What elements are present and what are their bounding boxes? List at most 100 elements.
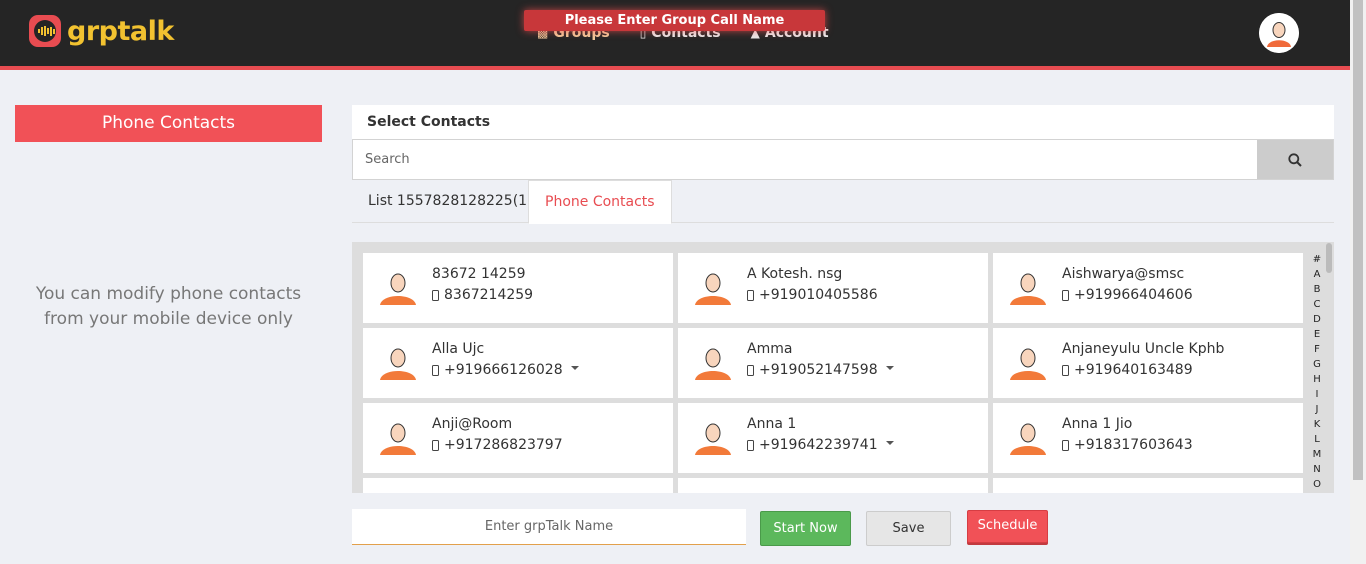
contact-phone: +917286823797 bbox=[432, 437, 563, 453]
contact-phone-number: +919966404606 bbox=[1074, 287, 1193, 303]
contact-phone: +919052147598 bbox=[747, 362, 894, 378]
contact-avatar-icon bbox=[1009, 271, 1047, 305]
user-avatar[interactable] bbox=[1259, 13, 1299, 53]
contact-name: Amma bbox=[747, 341, 793, 357]
alphabet-letter[interactable]: M bbox=[1313, 447, 1322, 462]
page-scrollbar[interactable] bbox=[1350, 0, 1366, 564]
tab-list[interactable]: List 1557828128225(1) bbox=[368, 180, 533, 223]
alphabet-letter[interactable]: H bbox=[1313, 372, 1321, 387]
alphabet-letter[interactable]: D bbox=[1313, 312, 1321, 327]
contact-avatar-icon bbox=[379, 421, 417, 455]
contacts-grid: 83672 14259 8367214259 A Kotesh. nsg +91901… bbox=[352, 242, 1334, 493]
search-input[interactable] bbox=[353, 140, 1253, 179]
mobile-icon bbox=[747, 439, 754, 451]
contact-card[interactable]: Amma +919052147598 bbox=[678, 328, 988, 398]
tab-phone-contacts[interactable]: Phone Contacts bbox=[528, 180, 672, 224]
contact-name: Anji@Room bbox=[432, 416, 513, 432]
contact-avatar-icon bbox=[379, 346, 417, 380]
grptalk-name-input[interactable] bbox=[352, 509, 746, 545]
search-bar bbox=[352, 139, 1334, 180]
contact-card[interactable]: 83672 14259 8367214259 bbox=[363, 253, 673, 323]
contact-card[interactable]: Anna 1 Jio +918317603643 bbox=[993, 403, 1303, 473]
error-toast: Please Enter Group Call Name bbox=[524, 10, 825, 31]
contact-phone-number: +919010405586 bbox=[759, 287, 878, 303]
contact-name: Alla Ujc bbox=[432, 341, 485, 357]
mobile-icon bbox=[747, 364, 754, 376]
contact-phone: +919666126028 bbox=[432, 362, 579, 378]
left-panel-title: Phone Contacts bbox=[15, 105, 322, 142]
contact-tabs: List 1557828128225(1) Phone Contacts bbox=[352, 180, 1334, 224]
contact-avatar-icon bbox=[1009, 421, 1047, 455]
alphabet-letter[interactable]: # bbox=[1313, 252, 1321, 267]
contact-phone-number: 8367214259 bbox=[444, 287, 534, 303]
contact-avatar-icon bbox=[379, 271, 417, 305]
mobile-icon bbox=[432, 364, 439, 376]
contact-phone: 8367214259 bbox=[432, 287, 533, 303]
mobile-icon bbox=[1062, 289, 1069, 301]
contact-phone-number: +919666126028 bbox=[444, 362, 563, 378]
search-icon bbox=[1288, 152, 1302, 167]
contact-card[interactable]: Anjaneyulu Uncle Kphb +919640163489 bbox=[993, 328, 1303, 398]
contact-phone-number: +917286823797 bbox=[444, 437, 563, 453]
alphabet-letter[interactable]: A bbox=[1314, 267, 1321, 282]
contact-card[interactable]: Aishwarya@smsc +919966404606 bbox=[993, 253, 1303, 323]
app-logo[interactable]: grptalk bbox=[29, 15, 174, 47]
contact-card-partial[interactable] bbox=[363, 478, 673, 493]
contact-phone: +918317603643 bbox=[1062, 437, 1193, 453]
alphabet-letter[interactable]: B bbox=[1314, 282, 1321, 297]
contacts-scrollbar[interactable] bbox=[1325, 242, 1334, 493]
phone-dropdown-icon[interactable] bbox=[885, 441, 894, 445]
contact-card[interactable]: Alla Ujc +919666126028 bbox=[363, 328, 673, 398]
contact-phone-number: +918317603643 bbox=[1074, 437, 1193, 453]
contact-card[interactable]: Anna 1 +919642239741 bbox=[678, 403, 988, 473]
contact-avatar-icon bbox=[1009, 346, 1047, 380]
search-button[interactable] bbox=[1257, 140, 1333, 179]
alphabet-letter[interactable]: G bbox=[1313, 357, 1321, 372]
alphabet-letter[interactable]: C bbox=[1314, 297, 1321, 312]
contact-phone-number: +919052147598 bbox=[759, 362, 878, 378]
alphabet-index: # A B C D E F G H I J K L M N O bbox=[1309, 252, 1325, 492]
mobile-icon bbox=[432, 439, 439, 451]
contact-avatar-icon bbox=[694, 271, 732, 305]
alphabet-letter[interactable]: N bbox=[1313, 462, 1320, 477]
contact-name: Anjaneyulu Uncle Kphb bbox=[1062, 341, 1225, 357]
alphabet-letter[interactable]: K bbox=[1314, 417, 1321, 432]
user-avatar-icon bbox=[1259, 13, 1299, 53]
contact-card[interactable]: A Kotesh. nsg +919010405586 bbox=[678, 253, 988, 323]
phone-dropdown-icon[interactable] bbox=[885, 366, 894, 370]
contact-phone: +919966404606 bbox=[1062, 287, 1193, 303]
alphabet-letter[interactable]: E bbox=[1314, 327, 1320, 342]
select-contacts-header: Select Contacts bbox=[352, 105, 1334, 139]
contact-avatar-icon bbox=[694, 346, 732, 380]
start-now-button[interactable]: Start Now bbox=[760, 511, 851, 546]
alphabet-letter[interactable]: I bbox=[1316, 387, 1319, 402]
phone-dropdown-icon[interactable] bbox=[570, 366, 579, 370]
contact-phone-number: +919640163489 bbox=[1074, 362, 1193, 378]
save-button[interactable]: Save bbox=[866, 511, 951, 546]
logo-icon bbox=[29, 15, 61, 47]
mobile-icon bbox=[1062, 439, 1069, 451]
mobile-icon bbox=[747, 289, 754, 301]
left-panel-message-line2: from your mobile device only bbox=[44, 309, 293, 329]
contact-phone: +919010405586 bbox=[747, 287, 878, 303]
contact-name: Anna 1 bbox=[747, 416, 797, 432]
contact-name: Anna 1 Jio bbox=[1062, 416, 1133, 432]
contact-card-partial[interactable] bbox=[678, 478, 988, 493]
contact-name: Aishwarya@smsc bbox=[1062, 266, 1185, 282]
contact-phone: +919640163489 bbox=[1062, 362, 1193, 378]
contact-card[interactable]: Anji@Room +917286823797 bbox=[363, 403, 673, 473]
alphabet-letter[interactable]: F bbox=[1314, 342, 1320, 357]
mobile-icon bbox=[432, 289, 439, 301]
alphabet-letter[interactable]: O bbox=[1313, 477, 1321, 492]
alphabet-letter[interactable]: J bbox=[1316, 402, 1319, 417]
contact-card-partial[interactable] bbox=[993, 478, 1303, 493]
left-panel-message: You can modify phone contacts from your … bbox=[15, 282, 322, 332]
left-panel-message-line1: You can modify phone contacts bbox=[35, 284, 302, 304]
contact-name: 83672 14259 bbox=[432, 266, 526, 282]
contact-phone: +919642239741 bbox=[747, 437, 894, 453]
schedule-button[interactable]: Schedule bbox=[967, 510, 1048, 543]
logo-text: grptalk bbox=[67, 15, 174, 47]
contact-name: A Kotesh. nsg bbox=[747, 266, 843, 282]
contact-avatar-icon bbox=[694, 421, 732, 455]
alphabet-letter[interactable]: L bbox=[1314, 432, 1320, 447]
